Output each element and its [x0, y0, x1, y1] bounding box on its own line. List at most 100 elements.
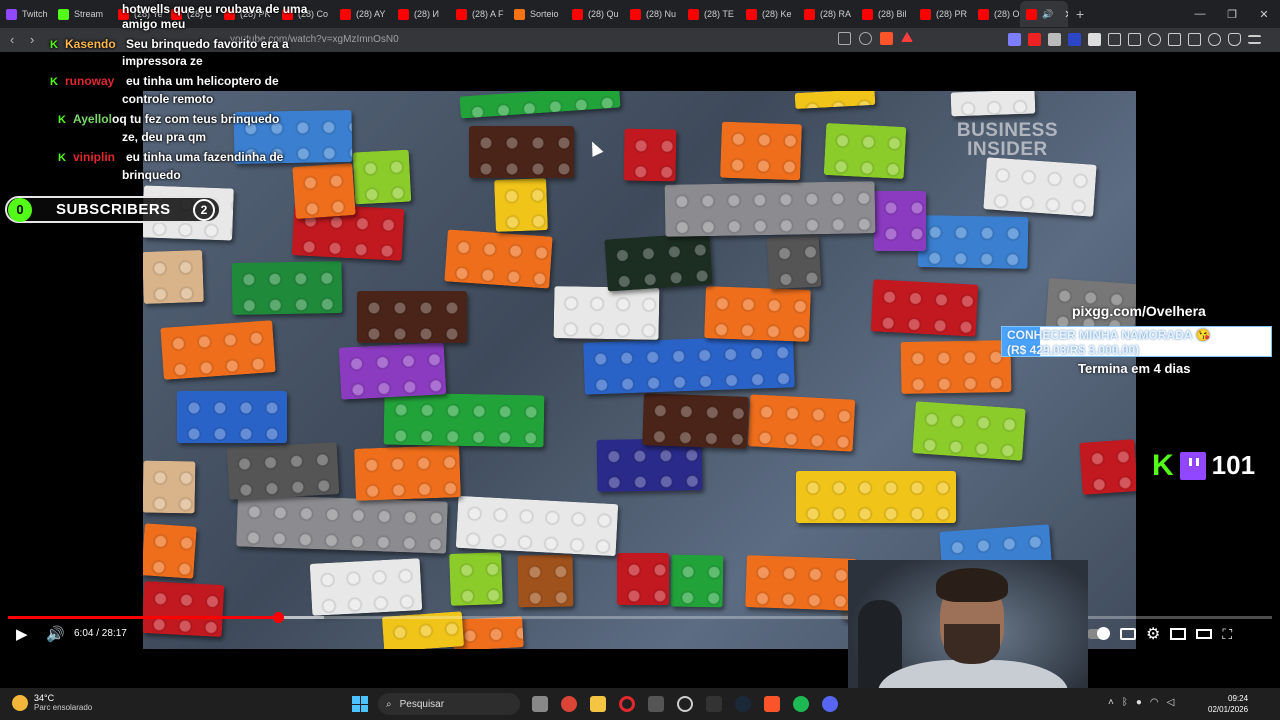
lego-brick	[917, 215, 1029, 269]
file-explorer-icon[interactable]	[532, 696, 548, 712]
chat-text: Seu brinquedo favorito era a	[126, 37, 289, 51]
browser-tab[interactable]: (28) Nu	[624, 1, 682, 27]
bluetooth-icon[interactable]: ᛒ	[1122, 697, 1128, 708]
tab-audio-icon[interactable]: 🔊	[1042, 9, 1053, 20]
taskbar-apps	[532, 696, 838, 712]
youtube-favicon-icon	[1026, 8, 1037, 20]
lego-brick	[704, 286, 811, 342]
fullscreen-icon[interactable]: ⛶	[1222, 626, 1232, 643]
subtitles-icon[interactable]	[1120, 628, 1136, 640]
app-icon[interactable]	[677, 696, 693, 712]
brave-shield-icon[interactable]	[880, 32, 893, 45]
play-icon[interactable]: ▶	[16, 625, 28, 643]
chat-message: amigo meu	[122, 15, 185, 33]
donation-link: pixgg.com/Ovelhera	[1072, 303, 1206, 319]
lego-brick	[745, 555, 857, 611]
chat-message: brinquedo	[122, 166, 181, 184]
progress-played	[8, 616, 279, 619]
extension-icon[interactable]	[1008, 33, 1021, 46]
spotify-icon[interactable]	[793, 696, 809, 712]
lego-brick	[231, 261, 343, 315]
minimize-icon[interactable]: —	[1184, 8, 1216, 20]
back-icon[interactable]: ‹	[10, 32, 14, 47]
chat-message: controle remoto	[122, 90, 213, 108]
share-icon[interactable]	[859, 32, 872, 45]
video-controls-right: ⚙ ⛶	[1086, 624, 1232, 644]
chat-message: impressora ze	[122, 52, 203, 70]
new-tab-icon[interactable]: +	[1068, 6, 1092, 22]
lego-brick	[177, 391, 287, 443]
tab-label: (28) Or	[994, 9, 1020, 19]
lego-brick	[670, 554, 724, 608]
search-placeholder: Pesquisar	[399, 698, 445, 710]
folder-icon[interactable]	[590, 696, 606, 712]
app-icon[interactable]	[706, 696, 722, 712]
settings-icon[interactable]: ⚙	[1146, 624, 1160, 644]
taskbar-search[interactable]: ⌕ Pesquisar	[378, 693, 520, 715]
discord-icon[interactable]	[822, 696, 838, 712]
lego-brick	[383, 392, 545, 448]
browser-tab[interactable]: (28) A F	[450, 1, 508, 27]
tab-favicon-icon	[340, 8, 351, 20]
browser-tab[interactable]: (28) AY	[334, 1, 392, 27]
browser-tab[interactable]: Twitch	[0, 1, 52, 27]
sidebar-icon[interactable]	[1168, 33, 1181, 46]
brave-icon[interactable]	[764, 696, 780, 712]
browser-tab[interactable]: (28) RA	[798, 1, 856, 27]
browser-tab[interactable]: (28) Or	[972, 1, 1020, 27]
lego-brick	[160, 320, 276, 380]
menu-icon[interactable]	[1248, 35, 1261, 44]
brave-rewards-icon[interactable]	[901, 32, 913, 42]
browser-tab[interactable]: (28) И	[392, 1, 450, 27]
lego-brick	[455, 495, 619, 557]
ai-icon[interactable]	[1208, 33, 1221, 46]
wallet-icon[interactable]	[1188, 33, 1201, 46]
cast-icon[interactable]	[838, 32, 851, 45]
steam-icon[interactable]	[735, 696, 751, 712]
browser-tab-active[interactable]: 🔊✕	[1020, 1, 1068, 27]
screenshot-icon[interactable]	[1128, 33, 1141, 46]
weather-widget[interactable]: 34°C Parc ensolarado	[12, 693, 92, 713]
volume-icon[interactable]: 🔊	[46, 625, 65, 643]
business-insider-watermark: BUSINESS INSIDER	[957, 121, 1058, 159]
forward-icon[interactable]: ›	[30, 32, 34, 47]
autoplay-toggle[interactable]	[1086, 627, 1110, 640]
miniplayer-icon[interactable]	[1170, 628, 1187, 640]
browser-tab[interactable]: (28) Bil	[856, 1, 914, 27]
puzzle-icon[interactable]	[1108, 33, 1121, 46]
close-icon[interactable]: ✕	[1248, 8, 1280, 21]
browser-tab[interactable]: (28) Qu	[566, 1, 624, 27]
lego-brick	[143, 523, 197, 579]
lego-brick	[796, 471, 956, 523]
browser-tab[interactable]: (28) TE	[682, 1, 740, 27]
extension-icon[interactable]	[1088, 33, 1101, 46]
browser-tab[interactable]: (28) PR	[914, 1, 972, 27]
theater-mode-icon[interactable]	[1196, 629, 1213, 639]
windows-start-icon[interactable]	[352, 696, 368, 712]
tab-label: (28) Ke	[762, 9, 792, 19]
tab-favicon-icon	[746, 8, 757, 20]
chrome-icon[interactable]	[561, 696, 577, 712]
music-icon[interactable]	[1148, 33, 1161, 46]
extension-icon[interactable]	[1048, 33, 1061, 46]
chat-text: hotwells que eu roubava de uma	[122, 2, 308, 16]
vpn-icon[interactable]	[1228, 33, 1241, 46]
opera-icon[interactable]	[619, 696, 635, 712]
restore-icon[interactable]: ❐	[1216, 8, 1248, 21]
browser-tab[interactable]: Stream	[52, 1, 112, 27]
app-icon[interactable]	[648, 696, 664, 712]
volume-tray-icon[interactable]: ◁	[1167, 697, 1175, 708]
mic-icon[interactable]: ●	[1136, 697, 1142, 708]
wifi-icon[interactable]: ◠	[1150, 697, 1159, 708]
donation-goal-title: CONHECER MINHA NAMORADA 😘	[1007, 328, 1211, 342]
taskbar-clock[interactable]: 09:24 02/01/2026	[1208, 693, 1248, 715]
extension-icon[interactable]	[1068, 33, 1081, 46]
browser-tab[interactable]: Sorteio	[508, 1, 566, 27]
extension-icon[interactable]	[1028, 33, 1041, 46]
tab-favicon-icon	[398, 8, 409, 20]
lego-brick	[623, 128, 677, 182]
tab-label: (28) TE	[704, 9, 734, 19]
lego-brick	[143, 249, 204, 305]
browser-tab[interactable]: (28) Ke	[740, 1, 798, 27]
chevron-up-icon[interactable]: ˄	[1108, 697, 1114, 708]
